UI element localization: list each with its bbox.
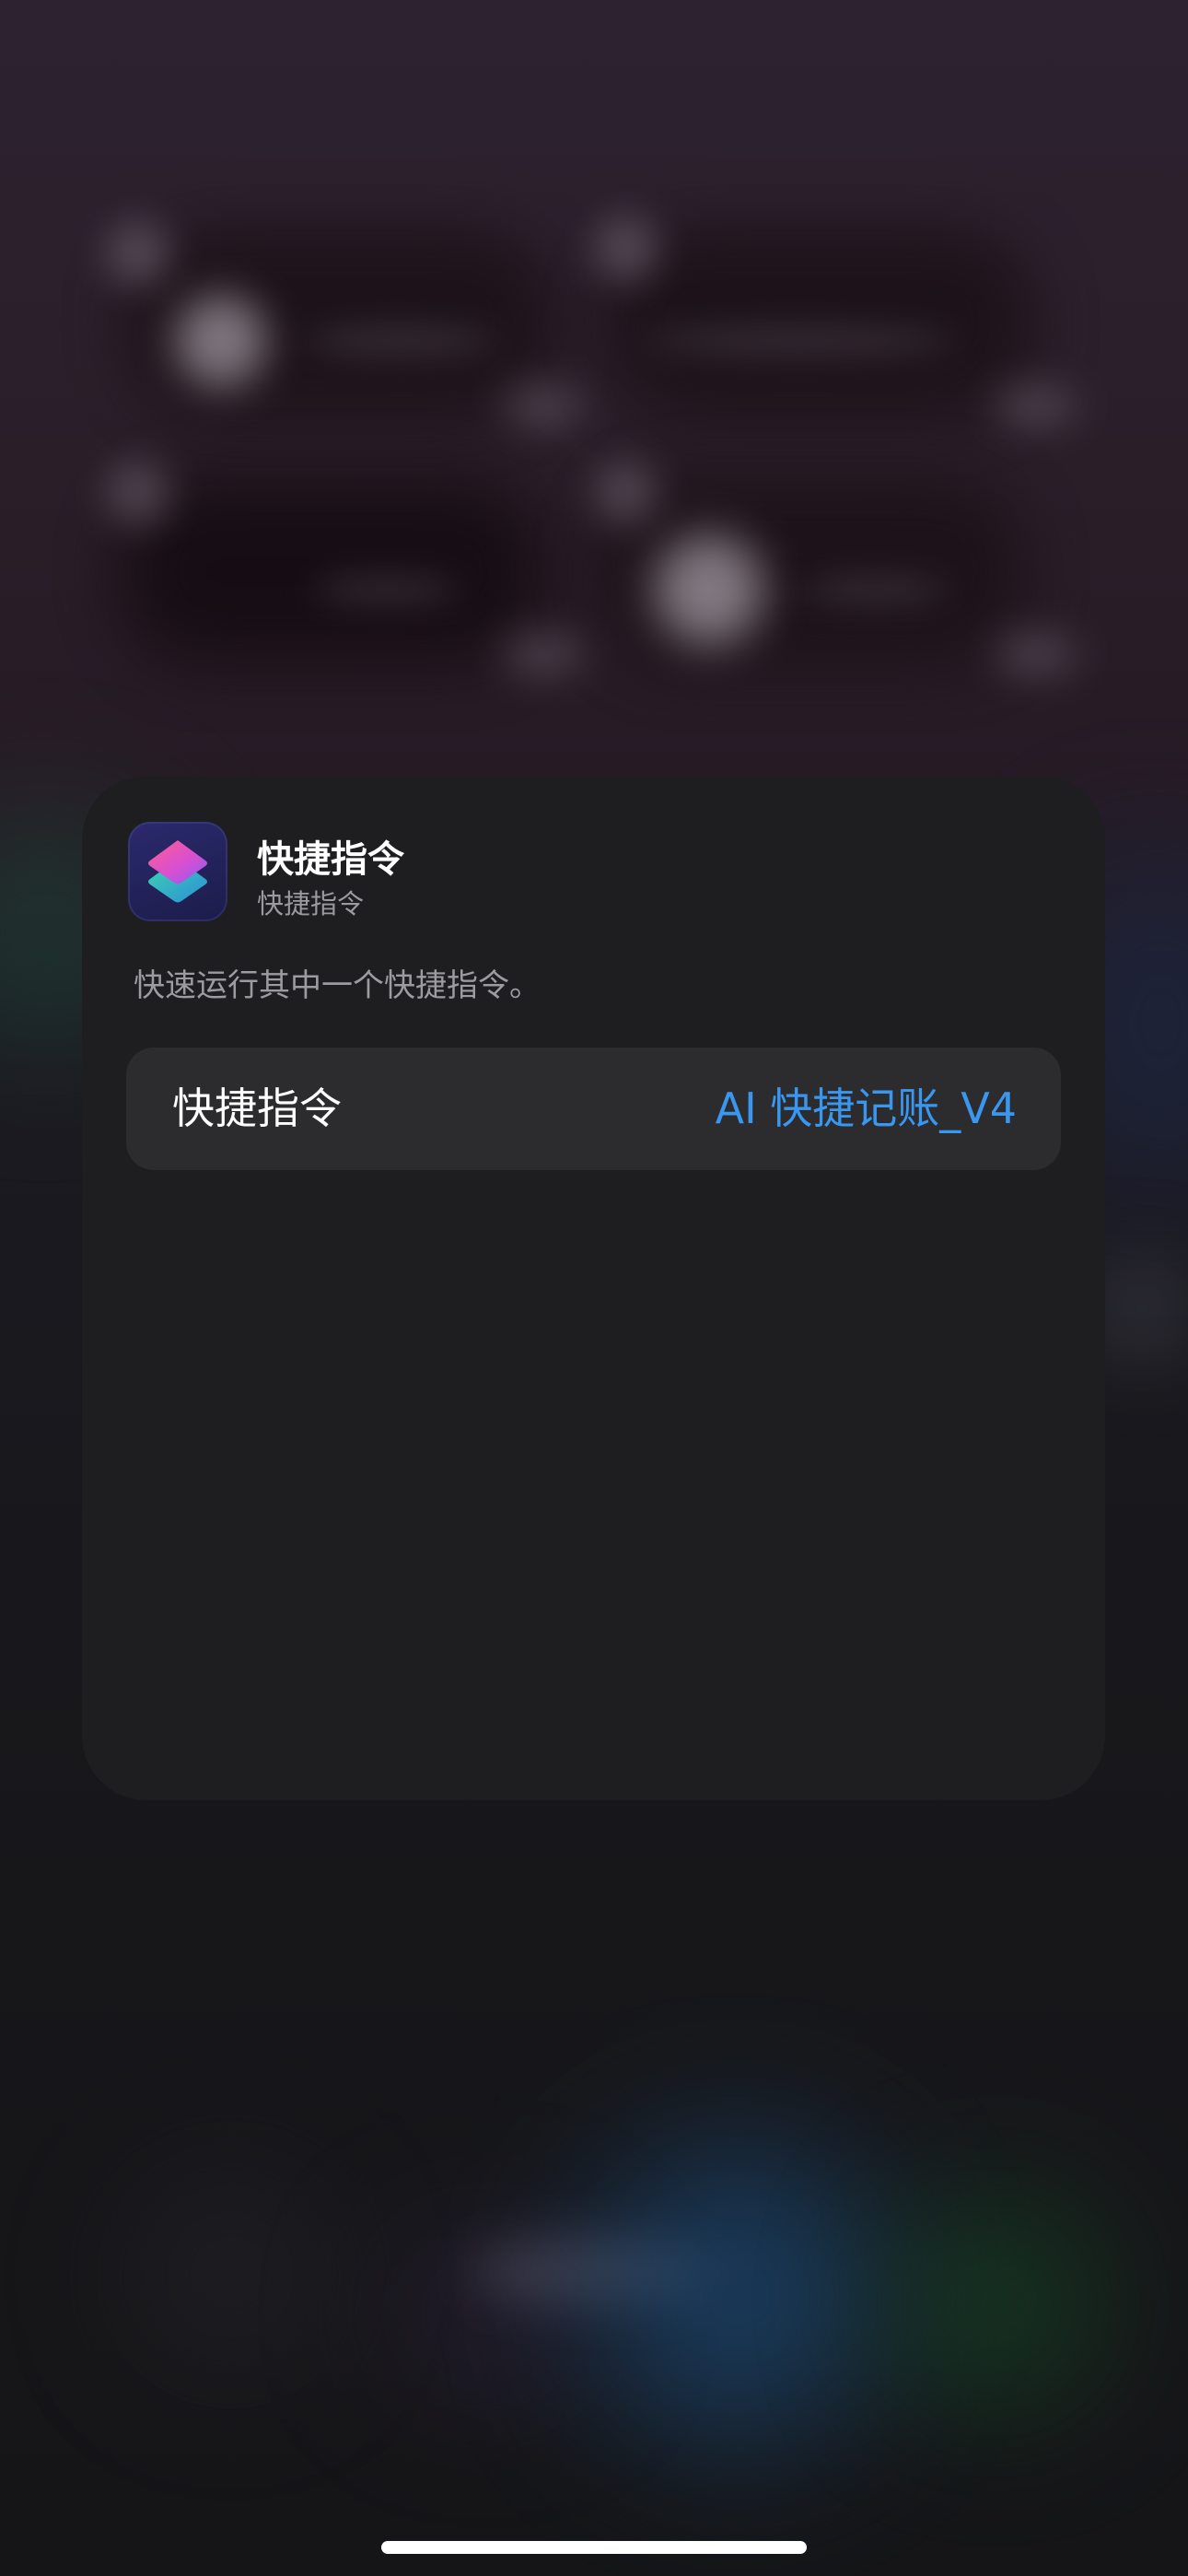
blurred-glyph [654,534,764,645]
blurred-text [313,576,460,603]
shortcuts-app-icon [128,822,227,921]
home-indicator[interactable] [381,2541,807,2554]
parameter-label: 快捷指令 [172,1083,342,1133]
app-subtitle: 快捷指令 [257,888,365,919]
blurred-glyph [502,636,585,673]
blurred-dock-icon [120,2165,341,2386]
blurred-text [304,327,497,355]
blurred-glyph [502,387,585,424]
blurred-glyph [995,636,1077,673]
blurred-glyph [594,461,658,525]
blurred-glyph [594,217,658,281]
blurred-text [801,576,949,603]
blurred-dock-icon [589,2147,884,2441]
blurred-dock-icon [884,2193,1105,2414]
blurred-widget [608,230,1031,415]
shortcut-parameter-row[interactable]: 快捷指令 AI 快捷记账_V4 [126,1048,1061,1170]
parameter-value-picker[interactable]: AI 快捷记账_V4 [716,1048,1017,1170]
blurred-glyph [106,221,170,286]
blurred-text [645,327,958,355]
blurred-glyph [106,461,170,525]
app-name: 快捷指令 [257,838,404,881]
blurred-glyph [175,295,267,387]
blurred-widget [120,479,543,663]
action-description: 快速运行其中一个快捷指令。 [134,967,541,1004]
blurred-glyph [995,387,1077,424]
shortcut-action-sheet: 快捷指令 快捷指令 快速运行其中一个快捷指令。 快捷指令 AI 快捷记账_V4 [82,776,1105,1800]
